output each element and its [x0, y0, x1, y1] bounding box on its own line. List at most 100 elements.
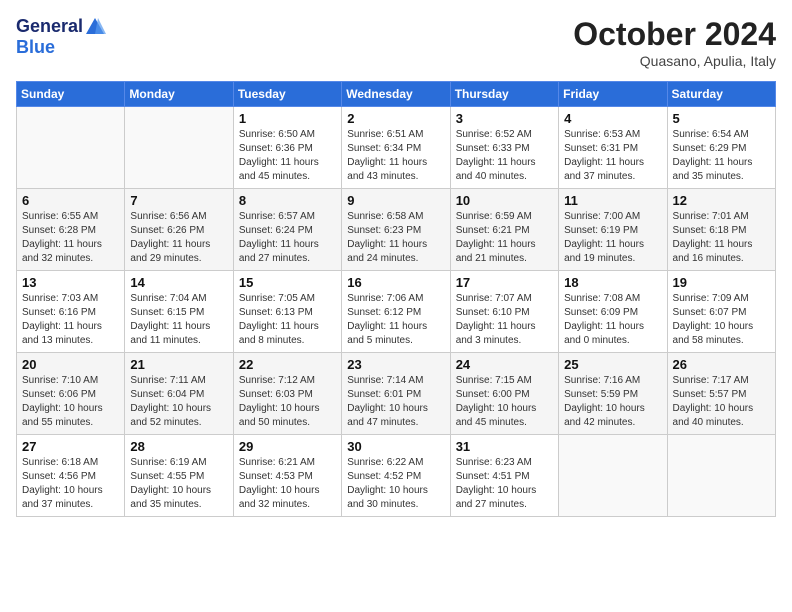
- day-number: 4: [564, 111, 661, 126]
- calendar-cell: 28 Sunrise: 6:19 AMSunset: 4:55 PMDayligh…: [125, 435, 233, 517]
- day-info: Sunrise: 6:52 AMSunset: 6:33 PMDaylight:…: [456, 128, 553, 184]
- calendar-cell: 27 Sunrise: 6:18 AMSunset: 4:56 PMDayligh…: [17, 435, 125, 517]
- day-number: 22: [239, 357, 336, 372]
- day-number: 19: [673, 275, 770, 290]
- location: Quasano, Apulia, Italy: [573, 53, 776, 69]
- logo-icon: [84, 16, 106, 38]
- calendar-cell: 5 Sunrise: 6:54 AMSunset: 6:29 PMDaylight…: [667, 107, 775, 189]
- day-info: Sunrise: 6:57 AMSunset: 6:24 PMDaylight:…: [239, 210, 336, 266]
- day-info: Sunrise: 7:01 AMSunset: 6:18 PMDaylight:…: [673, 210, 770, 266]
- calendar-week-1: 6 Sunrise: 6:55 AMSunset: 6:28 PMDaylight…: [17, 189, 776, 271]
- calendar-cell: 1 Sunrise: 6:50 AMSunset: 6:36 PMDaylight…: [233, 107, 341, 189]
- calendar-table: SundayMondayTuesdayWednesdayThursdayFrid…: [16, 81, 776, 517]
- day-info: Sunrise: 6:54 AMSunset: 6:29 PMDaylight:…: [673, 128, 770, 184]
- day-number: 6: [22, 193, 119, 208]
- day-number: 30: [347, 439, 444, 454]
- day-info: Sunrise: 7:09 AMSunset: 6:07 PMDaylight:…: [673, 292, 770, 348]
- calendar-cell: 25Sunrise: 7:16 AMSunset: 5:59 PMDayligh…: [559, 353, 667, 435]
- day-info: Sunrise: 7:14 AMSunset: 6:01 PMDaylight:…: [347, 374, 444, 430]
- calendar-cell: 8Sunrise: 6:57 AMSunset: 6:24 PMDaylight…: [233, 189, 341, 271]
- day-number: 12: [673, 193, 770, 208]
- calendar-cell: 14Sunrise: 7:04 AMSunset: 6:15 PMDayligh…: [125, 271, 233, 353]
- calendar-cell: 16Sunrise: 7:06 AMSunset: 6:12 PMDayligh…: [342, 271, 450, 353]
- day-info: Sunrise: 7:08 AMSunset: 6:09 PMDaylight:…: [564, 292, 661, 348]
- logo-text: General: [16, 16, 106, 38]
- calendar-cell: 30 Sunrise: 6:22 AMSunset: 4:52 PMDayligh…: [342, 435, 450, 517]
- logo-line2: Blue: [16, 38, 106, 58]
- calendar-cell: 2Sunrise: 6:51 AMSunset: 6:34 PMDaylight…: [342, 107, 450, 189]
- calendar-cell: 22 Sunrise: 7:12 AMSunset: 6:03 PMDayligh…: [233, 353, 341, 435]
- day-info: Sunrise: 7:05 AMSunset: 6:13 PMDaylight:…: [239, 292, 336, 348]
- day-info: Sunrise: 7:10 AMSunset: 6:06 PMDaylight:…: [22, 374, 119, 430]
- header-sunday: Sunday: [17, 82, 125, 107]
- day-number: 18: [564, 275, 661, 290]
- day-info: Sunrise: 6:58 AMSunset: 6:23 PMDaylight:…: [347, 210, 444, 266]
- day-number: 17: [456, 275, 553, 290]
- day-number: 10: [456, 193, 553, 208]
- day-info: Sunrise: 7:15 AMSunset: 6:00 PMDaylight:…: [456, 374, 553, 430]
- calendar-cell: [559, 435, 667, 517]
- day-info: Sunrise: 7:07 AMSunset: 6:10 PMDaylight:…: [456, 292, 553, 348]
- day-number: 15: [239, 275, 336, 290]
- month-title: October 2024: [573, 16, 776, 53]
- day-info: Sunrise: 6:50 AMSunset: 6:36 PMDaylight:…: [239, 128, 336, 184]
- header-monday: Monday: [125, 82, 233, 107]
- calendar-week-2: 13Sunrise: 7:03 AMSunset: 6:16 PMDayligh…: [17, 271, 776, 353]
- calendar-cell: 26Sunrise: 7:17 AMSunset: 5:57 PMDayligh…: [667, 353, 775, 435]
- day-number: 5: [673, 111, 770, 126]
- day-info: Sunrise: 6:19 AMSunset: 4:55 PMDaylight:…: [130, 456, 227, 512]
- calendar-cell: 15 Sunrise: 7:05 AMSunset: 6:13 PMDayligh…: [233, 271, 341, 353]
- logo: General Blue: [16, 16, 106, 58]
- calendar-cell: 9 Sunrise: 6:58 AMSunset: 6:23 PMDaylight…: [342, 189, 450, 271]
- day-info: Sunrise: 7:11 AMSunset: 6:04 PMDaylight:…: [130, 374, 227, 430]
- calendar-cell: 18 Sunrise: 7:08 AMSunset: 6:09 PMDayligh…: [559, 271, 667, 353]
- day-info: Sunrise: 6:21 AMSunset: 4:53 PMDaylight:…: [239, 456, 336, 512]
- day-number: 27: [22, 439, 119, 454]
- calendar-cell: 24 Sunrise: 7:15 AMSunset: 6:00 PMDayligh…: [450, 353, 558, 435]
- day-info: Sunrise: 7:04 AMSunset: 6:15 PMDaylight:…: [130, 292, 227, 348]
- day-number: 7: [130, 193, 227, 208]
- day-number: 9: [347, 193, 444, 208]
- day-number: 1: [239, 111, 336, 126]
- page-header: General Blue October 2024 Quasano, Apuli…: [16, 16, 776, 69]
- title-block: October 2024 Quasano, Apulia, Italy: [573, 16, 776, 69]
- calendar-cell: 6 Sunrise: 6:55 AMSunset: 6:28 PMDaylight…: [17, 189, 125, 271]
- day-number: 11: [564, 193, 661, 208]
- day-number: 29: [239, 439, 336, 454]
- header-tuesday: Tuesday: [233, 82, 341, 107]
- day-number: 16: [347, 275, 444, 290]
- day-number: 31: [456, 439, 553, 454]
- day-number: 3: [456, 111, 553, 126]
- calendar-week-4: 27 Sunrise: 6:18 AMSunset: 4:56 PMDayligh…: [17, 435, 776, 517]
- calendar-cell: 17 Sunrise: 7:07 AMSunset: 6:10 PMDayligh…: [450, 271, 558, 353]
- day-info: Sunrise: 6:23 AMSunset: 4:51 PMDaylight:…: [456, 456, 553, 512]
- calendar-cell: 13Sunrise: 7:03 AMSunset: 6:16 PMDayligh…: [17, 271, 125, 353]
- calendar-cell: 21Sunrise: 7:11 AMSunset: 6:04 PMDayligh…: [125, 353, 233, 435]
- calendar-cell: 23Sunrise: 7:14 AMSunset: 6:01 PMDayligh…: [342, 353, 450, 435]
- day-info: Sunrise: 7:03 AMSunset: 6:16 PMDaylight:…: [22, 292, 119, 348]
- calendar-cell: [125, 107, 233, 189]
- calendar-cell: 29 Sunrise: 6:21 AMSunset: 4:53 PMDayligh…: [233, 435, 341, 517]
- header-friday: Friday: [559, 82, 667, 107]
- day-info: Sunrise: 6:22 AMSunset: 4:52 PMDaylight:…: [347, 456, 444, 512]
- calendar-cell: 7Sunrise: 6:56 AMSunset: 6:26 PMDaylight…: [125, 189, 233, 271]
- day-info: Sunrise: 7:17 AMSunset: 5:57 PMDaylight:…: [673, 374, 770, 430]
- day-info: Sunrise: 7:00 AMSunset: 6:19 PMDaylight:…: [564, 210, 661, 266]
- calendar-cell: 12 Sunrise: 7:01 AMSunset: 6:18 PMDayligh…: [667, 189, 775, 271]
- day-info: Sunrise: 6:55 AMSunset: 6:28 PMDaylight:…: [22, 210, 119, 266]
- day-info: Sunrise: 7:16 AMSunset: 5:59 PMDaylight:…: [564, 374, 661, 430]
- calendar-cell: 20Sunrise: 7:10 AMSunset: 6:06 PMDayligh…: [17, 353, 125, 435]
- day-info: Sunrise: 6:59 AMSunset: 6:21 PMDaylight:…: [456, 210, 553, 266]
- day-number: 2: [347, 111, 444, 126]
- header-saturday: Saturday: [667, 82, 775, 107]
- day-info: Sunrise: 6:18 AMSunset: 4:56 PMDaylight:…: [22, 456, 119, 512]
- day-number: 24: [456, 357, 553, 372]
- day-number: 28: [130, 439, 227, 454]
- calendar-week-0: 1 Sunrise: 6:50 AMSunset: 6:36 PMDaylight…: [17, 107, 776, 189]
- calendar-cell: 19 Sunrise: 7:09 AMSunset: 6:07 PMDayligh…: [667, 271, 775, 353]
- calendar-cell: 10 Sunrise: 6:59 AMSunset: 6:21 PMDayligh…: [450, 189, 558, 271]
- calendar-cell: 3 Sunrise: 6:52 AMSunset: 6:33 PMDaylight…: [450, 107, 558, 189]
- calendar-cell: 4Sunrise: 6:53 AMSunset: 6:31 PMDaylight…: [559, 107, 667, 189]
- calendar-week-3: 20Sunrise: 7:10 AMSunset: 6:06 PMDayligh…: [17, 353, 776, 435]
- day-info: Sunrise: 7:12 AMSunset: 6:03 PMDaylight:…: [239, 374, 336, 430]
